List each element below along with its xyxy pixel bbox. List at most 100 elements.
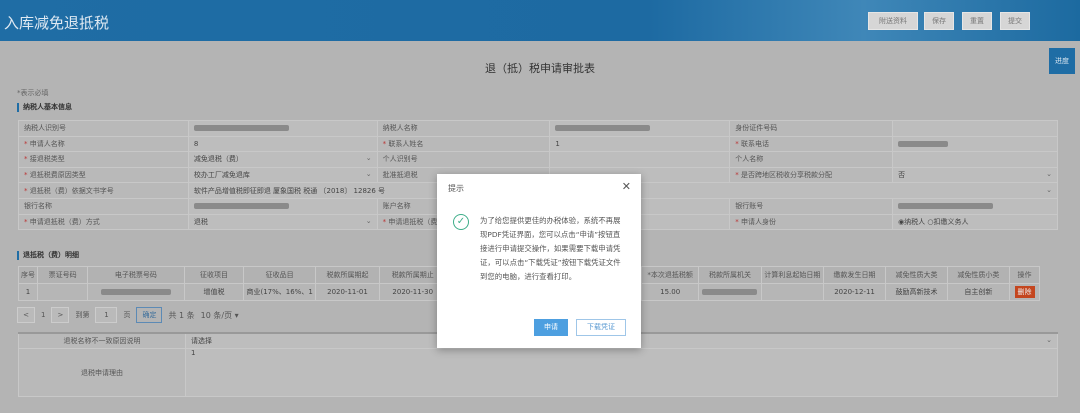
- mismatch-reason-value: 请选择: [191, 337, 212, 346]
- redacted-value: [193, 125, 289, 132]
- save-button[interactable]: 保存: [924, 12, 954, 30]
- field-select[interactable]: 否 ⌄: [892, 166, 1058, 184]
- field-input[interactable]: [187, 197, 378, 215]
- total-count: 共 1 条: [168, 310, 195, 320]
- label-text: 个人识别号: [382, 155, 418, 164]
- cell-text: 1: [25, 288, 31, 296]
- field-label: * 退抵税费原因类型: [18, 166, 189, 184]
- label-text: 联系电话: [740, 139, 769, 148]
- chevron-down-icon: ⌄: [365, 154, 372, 163]
- submit-button[interactable]: 提交: [1000, 12, 1030, 30]
- label-text: 申请退抵税（费）: [388, 217, 445, 226]
- field-label: * 申请人名称: [18, 135, 189, 153]
- field-input[interactable]: [892, 151, 1058, 168]
- label-text: 是否跨地区税收分享税款分配: [740, 171, 832, 180]
- table-cell: [87, 283, 185, 301]
- field-select[interactable]: 校办工厂减免退库 ⌄: [187, 166, 378, 184]
- attach-docs-button[interactable]: 附送资料: [868, 12, 918, 30]
- field-value: 软件产品增值税即征即退 厦象国税 税通 〔2018〕 12826 号: [193, 186, 386, 195]
- goto-label: 到第: [75, 311, 90, 319]
- progress-button[interactable]: 进度: [1049, 48, 1075, 74]
- table-cell: 删除: [1009, 283, 1040, 301]
- field-select[interactable]: 退税 ⌄: [187, 213, 378, 231]
- column-header: *本次退抵税额: [641, 266, 700, 284]
- field-input[interactable]: [892, 135, 1058, 153]
- refund-reason-textarea[interactable]: 1: [185, 348, 1058, 398]
- redacted-value: [193, 203, 289, 210]
- field-input[interactable]: 8: [187, 135, 378, 153]
- reset-button[interactable]: 重置: [962, 12, 992, 30]
- close-icon[interactable]: ✕: [622, 180, 631, 193]
- chevron-down-icon: ⌄: [1046, 185, 1052, 194]
- label-text: 账户名称: [382, 202, 411, 211]
- page-size-select[interactable]: 10 条/页 ▾: [201, 310, 239, 321]
- column-header: 序号: [18, 266, 38, 284]
- next-page-button[interactable]: >: [51, 307, 70, 323]
- column-header: 征收项目: [183, 266, 245, 284]
- field-value: 8: [193, 139, 199, 148]
- field-input[interactable]: [549, 151, 731, 168]
- cell-text: 鼓励高新技术: [895, 288, 938, 296]
- field-select[interactable]: 减免退税（费） ⌄: [187, 151, 378, 168]
- column-header: 缴款发生日期: [822, 266, 887, 284]
- field-input[interactable]: [892, 197, 1058, 215]
- field-label: 银行名称: [18, 197, 189, 215]
- table-cell: 商业(17%、16%、1: [243, 283, 316, 301]
- column-header: 税款所属期起: [314, 266, 381, 284]
- table-cell: 2020-11-30: [379, 283, 447, 301]
- cell-text: 增值税: [203, 288, 225, 296]
- label-text: 接退税类型: [29, 155, 65, 164]
- section-basic-title: 纳税人基本信息: [17, 103, 72, 112]
- column-header: 减免性质小类: [946, 266, 1011, 284]
- field-input[interactable]: [549, 120, 731, 137]
- field-input[interactable]: [892, 120, 1058, 137]
- goto-confirm-button[interactable]: 确定: [136, 307, 163, 323]
- apply-button[interactable]: 申请: [534, 319, 568, 336]
- field-label: 身份证件号码: [729, 120, 894, 137]
- goto-page-input[interactable]: 1: [95, 307, 118, 323]
- field-label: 纳税人识别号: [18, 120, 189, 137]
- page-unit-label: 页: [123, 311, 131, 319]
- chevron-down-icon: ⌄: [365, 216, 372, 225]
- download-voucher-button[interactable]: 下载凭证: [576, 319, 626, 336]
- field-input[interactable]: 1: [549, 135, 731, 153]
- notice-dialog: 提示 ✕ ✓ 为了给您提供更佳的办税体验，系统不再展现PDF凭证界面，您可以点击…: [437, 174, 641, 348]
- label-text: 银行账号: [735, 202, 764, 211]
- column-header: 操作: [1009, 266, 1040, 284]
- label-text: 申请人身份: [740, 217, 776, 226]
- section-detail-title: 退抵税（费）明细: [17, 251, 79, 260]
- label-text: 个人名称: [735, 155, 764, 164]
- redacted-value: [555, 125, 651, 132]
- cell-text: 2020-11-30: [392, 288, 434, 296]
- pagination: < 1 > 到第 1 页 确定 共 1 条 10 条/页 ▾: [17, 307, 239, 323]
- field-input[interactable]: [187, 120, 378, 137]
- redacted-value: [898, 140, 949, 147]
- label-text: 退抵税（费）依据文书字号: [29, 186, 114, 195]
- form-row: * 接退税类型 减免退税（费） ⌄ 个人识别号 个人名称: [18, 151, 1058, 168]
- cell-text: 15.00: [660, 288, 681, 296]
- delete-row-button[interactable]: 删除: [1014, 286, 1035, 298]
- field-label: 个人名称: [729, 151, 894, 168]
- label-text: 纳税人识别号: [24, 124, 66, 133]
- label-text: 申请人名称: [29, 139, 65, 148]
- field-input[interactable]: ◉纳税人 ○扣缴义务人: [892, 213, 1058, 231]
- cell-text: 商业(17%、16%、1: [246, 288, 313, 296]
- column-header: 税款所属机关: [698, 266, 762, 284]
- table-cell: 2020-11-01: [314, 283, 381, 301]
- field-label: * 接退税类型: [18, 151, 189, 168]
- field-value: 1: [555, 139, 560, 148]
- label-text: 银行名称: [24, 202, 52, 211]
- chevron-down-icon: ⌄: [365, 170, 372, 179]
- field-label: * 退抵税（费）依据文书字号: [18, 182, 189, 199]
- field-value: 退税: [193, 217, 208, 226]
- prev-page-button[interactable]: <: [17, 307, 35, 323]
- field-label: * 申请退抵税（费）方式: [18, 213, 189, 231]
- form-row: 纳税人识别号 纳税人名称 身份证件号码: [18, 120, 1058, 137]
- field-value: ◉纳税人 ○扣缴义务人: [898, 217, 969, 226]
- app-header: 入库减免退抵税 附送资料 保存 重置 提交: [0, 0, 1080, 41]
- table-cell: 15.00: [641, 283, 700, 301]
- label-text: 纳税人名称: [382, 124, 418, 133]
- table-cell: [760, 283, 824, 301]
- current-page[interactable]: 1: [41, 311, 45, 319]
- app-title: 入库减免退抵税: [4, 14, 110, 32]
